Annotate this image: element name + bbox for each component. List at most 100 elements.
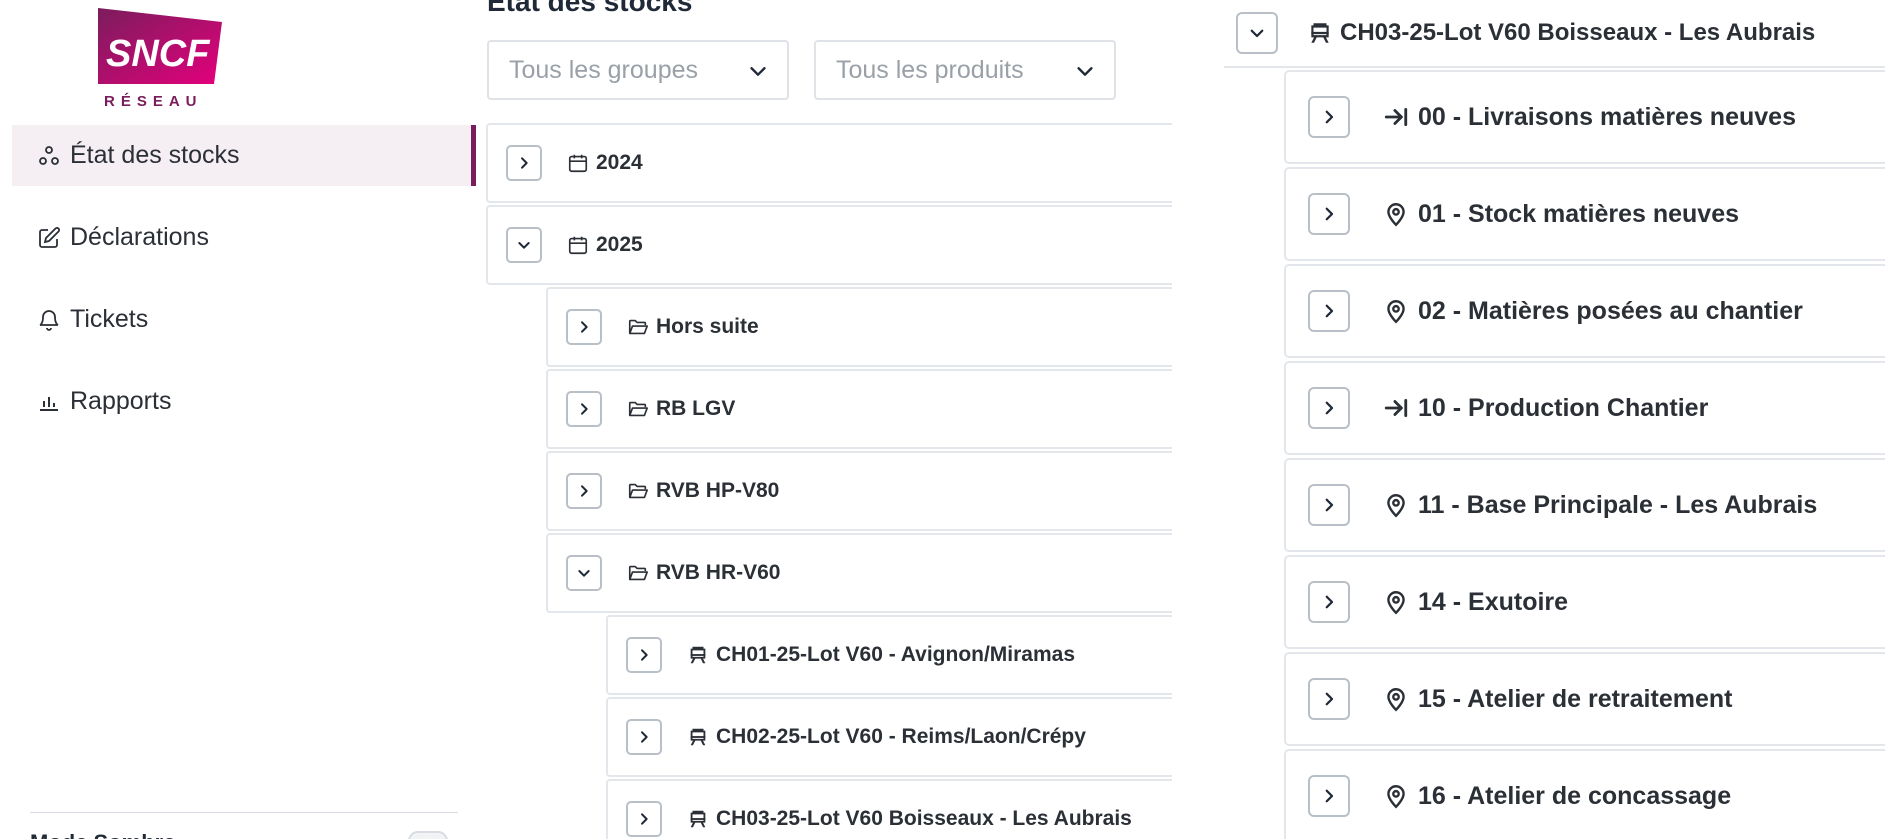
chevron-right-icon bbox=[641, 813, 648, 825]
tree-row-rvb-hr-v60[interactable]: RVB HR-V60 bbox=[546, 533, 1172, 613]
arrow-to-line-icon bbox=[1382, 103, 1410, 131]
chevron-right-icon bbox=[1325, 207, 1334, 221]
tree-row-label: 2025 bbox=[596, 233, 643, 256]
location-label: 15 - Atelier de retraitement bbox=[1418, 684, 1733, 713]
map-pin-icon bbox=[1382, 685, 1410, 713]
tree-row-ch01[interactable]: CH01-25-Lot V60 - Avignon/Miramas bbox=[606, 615, 1172, 695]
folder-open-icon bbox=[626, 315, 650, 339]
chevron-right-icon bbox=[1325, 401, 1334, 415]
folder-open-icon bbox=[626, 561, 650, 585]
chart-icon bbox=[36, 389, 62, 415]
expand-toggle[interactable] bbox=[1308, 193, 1350, 235]
chevron-right-icon bbox=[581, 403, 588, 415]
expand-toggle[interactable] bbox=[566, 473, 602, 509]
expand-toggle[interactable] bbox=[626, 801, 662, 837]
tree-row-label: RVB HR-V60 bbox=[656, 561, 781, 584]
location-label: 16 - Atelier de concassage bbox=[1418, 781, 1732, 810]
chevron-right-icon bbox=[581, 321, 588, 333]
network-icon bbox=[36, 143, 62, 169]
chevron-right-icon bbox=[1325, 304, 1334, 318]
location-row-10[interactable]: 10 - Production Chantier bbox=[1284, 361, 1885, 455]
location-label: 02 - Matières posées au chantier bbox=[1418, 296, 1803, 325]
bell-icon bbox=[36, 307, 62, 333]
tree-row-2025[interactable]: 2025 bbox=[486, 205, 1172, 285]
tree-row-rvb-hp-v80[interactable]: RVB HP-V80 bbox=[546, 451, 1172, 531]
expand-toggle[interactable] bbox=[1308, 387, 1350, 429]
sidebar-item-label: État des stocks bbox=[70, 141, 240, 169]
chevron-down-icon bbox=[518, 242, 530, 249]
sidebar-item-tickets[interactable]: Tickets bbox=[12, 289, 476, 350]
tree-row-label: CH02-25-Lot V60 - Reims/Laon/Crépy bbox=[716, 725, 1086, 748]
expand-toggle[interactable] bbox=[1308, 96, 1350, 138]
tree-row-label: Hors suite bbox=[656, 315, 759, 338]
location-row-16[interactable]: 16 - Atelier de concassage bbox=[1284, 749, 1885, 839]
expand-toggle[interactable] bbox=[1308, 581, 1350, 623]
location-label: 11 - Base Principale - Les Aubrais bbox=[1418, 490, 1818, 519]
sidebar-item-etat-des-stocks[interactable]: État des stocks bbox=[12, 125, 476, 186]
expand-toggle[interactable] bbox=[566, 309, 602, 345]
sidebar-item-declarations[interactable]: Déclarations bbox=[12, 207, 476, 268]
map-pin-icon bbox=[1382, 297, 1410, 325]
location-row-11[interactable]: 11 - Base Principale - Les Aubrais bbox=[1284, 458, 1885, 552]
location-label: 01 - Stock matières neuves bbox=[1418, 199, 1739, 228]
chevron-down-icon bbox=[1250, 29, 1264, 38]
chevron-right-icon bbox=[1325, 498, 1334, 512]
detail-header-ch03[interactable]: CH03-25-Lot V60 Boisseaux - Les Aubrais bbox=[1224, 0, 1885, 68]
sncf-reseau-logo[interactable]: SNCF RÉSEAU bbox=[96, 4, 224, 112]
expand-toggle[interactable] bbox=[626, 637, 662, 673]
dark-mode-label: Mode Sombre bbox=[30, 830, 175, 839]
logo-subtext: RÉSEAU bbox=[104, 93, 203, 110]
chevron-down-icon bbox=[578, 570, 590, 577]
collapse-toggle[interactable] bbox=[506, 227, 542, 263]
tree-row-label: RB LGV bbox=[656, 397, 736, 420]
map-pin-icon bbox=[1382, 200, 1410, 228]
chevron-right-icon bbox=[641, 731, 648, 743]
expand-toggle[interactable] bbox=[626, 719, 662, 755]
map-pin-icon bbox=[1382, 491, 1410, 519]
location-row-14[interactable]: 14 - Exutoire bbox=[1284, 555, 1885, 649]
expand-toggle[interactable] bbox=[1308, 775, 1350, 817]
collapse-toggle[interactable] bbox=[1236, 12, 1278, 54]
location-list: 00 - Livraisons matières neuves 01 - Sto… bbox=[1284, 68, 1885, 839]
expand-toggle[interactable] bbox=[566, 391, 602, 427]
location-row-02[interactable]: 02 - Matières posées au chantier bbox=[1284, 264, 1885, 358]
tree-row-ch02[interactable]: CH02-25-Lot V60 - Reims/Laon/Crépy bbox=[606, 697, 1172, 777]
tree-row-rb-lgv[interactable]: RB LGV bbox=[546, 369, 1172, 449]
stock-tree: 2024 2025 Hors suite RB LGV RVB HP-V80 R… bbox=[486, 122, 1172, 839]
chevron-right-icon bbox=[1325, 110, 1334, 124]
expand-toggle[interactable] bbox=[1308, 678, 1350, 720]
train-icon bbox=[686, 725, 710, 749]
folder-open-icon bbox=[626, 397, 650, 421]
calendar-icon bbox=[566, 151, 590, 175]
train-icon bbox=[686, 643, 710, 667]
train-icon bbox=[1306, 19, 1334, 47]
group-filter-select[interactable]: Tous les groupes bbox=[487, 40, 789, 100]
detail-header-label: CH03-25-Lot V60 Boisseaux - Les Aubrais bbox=[1340, 19, 1816, 46]
dark-mode-toggle[interactable] bbox=[408, 831, 448, 839]
chevron-down-icon bbox=[1074, 60, 1096, 82]
tree-row-2024[interactable]: 2024 bbox=[486, 123, 1172, 203]
location-row-00[interactable]: 00 - Livraisons matières neuves bbox=[1284, 70, 1885, 164]
sidebar-item-rapports[interactable]: Rapports bbox=[12, 371, 476, 432]
expand-toggle[interactable] bbox=[1308, 484, 1350, 526]
location-label: 14 - Exutoire bbox=[1418, 587, 1569, 616]
calendar-icon bbox=[566, 233, 590, 257]
collapse-toggle[interactable] bbox=[566, 555, 602, 591]
tree-row-hors-suite[interactable]: Hors suite bbox=[546, 287, 1172, 367]
tree-row-label: CH01-25-Lot V60 - Avignon/Miramas bbox=[716, 643, 1076, 666]
location-row-15[interactable]: 15 - Atelier de retraitement bbox=[1284, 652, 1885, 746]
chevron-right-icon bbox=[641, 649, 648, 661]
expand-toggle[interactable] bbox=[506, 145, 542, 181]
expand-toggle[interactable] bbox=[1308, 290, 1350, 332]
location-row-01[interactable]: 01 - Stock matières neuves bbox=[1284, 167, 1885, 261]
sidebar: SNCF RÉSEAU État des stocks Déclarations… bbox=[0, 0, 478, 839]
tree-row-ch03[interactable]: CH03-25-Lot V60 Boisseaux - Les Aubrais bbox=[606, 779, 1172, 839]
chevron-right-icon bbox=[581, 485, 588, 497]
location-label: 00 - Livraisons matières neuves bbox=[1418, 102, 1796, 131]
sidebar-nav: État des stocks Déclarations Tickets Rap… bbox=[12, 125, 476, 453]
location-label: 10 - Production Chantier bbox=[1418, 393, 1709, 422]
train-icon bbox=[686, 807, 710, 831]
chevron-right-icon bbox=[1325, 692, 1334, 706]
product-filter-select[interactable]: Tous les produits bbox=[814, 40, 1116, 100]
chevron-right-icon bbox=[1325, 789, 1334, 803]
